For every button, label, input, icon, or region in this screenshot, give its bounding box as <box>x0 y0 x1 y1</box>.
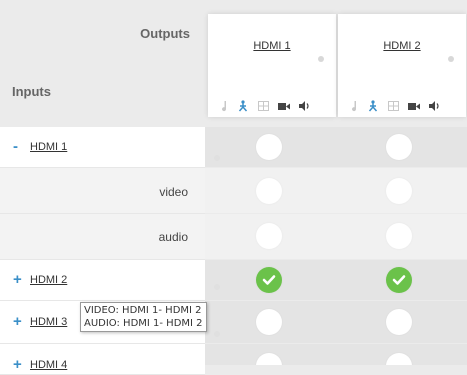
output-header-hdmi-2: HDMI 2 <box>338 14 466 117</box>
input-name-link[interactable]: HDMI 2 <box>30 274 67 286</box>
route-icon[interactable] <box>237 100 249 112</box>
status-dot <box>448 56 454 62</box>
input-row-hdmi-4[interactable]: + HDMI 4 <box>0 344 205 375</box>
grid-row-video <box>205 168 467 213</box>
input-name-link[interactable]: HDMI 1 <box>30 141 67 153</box>
route-icon[interactable] <box>367 100 379 112</box>
crosspoint-button[interactable] <box>256 309 282 335</box>
input-row-hdmi-2[interactable]: + HDMI 2 <box>0 260 205 301</box>
grid-row-hdmi-4 <box>205 344 467 365</box>
subrow-label: audio <box>158 230 188 244</box>
crosspoint-button[interactable] <box>256 353 282 365</box>
grid-row-audio <box>205 214 467 259</box>
check-icon <box>262 275 276 285</box>
crosspoint-button[interactable] <box>386 134 412 160</box>
input-row-hdmi-1[interactable]: - HDMI 1 <box>0 127 205 168</box>
input-subrow-audio: audio <box>0 214 205 260</box>
grid-row-hdmi-3 <box>205 301 467 343</box>
collapse-toggle[interactable]: - <box>13 138 18 155</box>
grid-icon[interactable] <box>258 101 269 111</box>
crosspoint-button-checked[interactable] <box>386 267 412 293</box>
audio-note-icon[interactable] <box>220 100 228 112</box>
crosspoint-button[interactable] <box>386 178 412 204</box>
status-dot <box>214 284 220 290</box>
audio-note-icon[interactable] <box>350 100 358 112</box>
grid-row-hdmi-1 <box>205 127 467 167</box>
crosspoint-button[interactable] <box>256 178 282 204</box>
input-subrow-video: video <box>0 168 205 214</box>
route-tooltip: VIDEO: HDMI 1- HDMI 2 AUDIO: HDMI 1- HDM… <box>80 302 207 332</box>
subrow-label: video <box>159 185 188 199</box>
output-header-hdmi-1: HDMI 1 <box>208 14 336 117</box>
speaker-icon[interactable] <box>299 101 311 111</box>
tooltip-line-audio: AUDIO: HDMI 1- HDMI 2 <box>84 318 203 329</box>
speaker-icon[interactable] <box>429 101 441 111</box>
output-controls <box>220 100 311 112</box>
input-name-link[interactable]: HDMI 4 <box>30 359 67 371</box>
output-name-link[interactable]: HDMI 2 <box>338 40 466 52</box>
grid-icon[interactable] <box>388 101 399 111</box>
tooltip-line-video: VIDEO: HDMI 1- HDMI 2 <box>84 305 202 316</box>
inputs-label: Inputs <box>12 84 51 99</box>
output-name-link[interactable]: HDMI 1 <box>208 40 336 52</box>
output-controls <box>350 100 441 112</box>
crosspoint-button[interactable] <box>256 223 282 249</box>
status-dot <box>214 331 220 337</box>
crosspoint-button[interactable] <box>386 223 412 249</box>
status-dot <box>318 56 324 62</box>
crosspoint-button[interactable] <box>256 134 282 160</box>
crosspoint-button[interactable] <box>386 353 412 365</box>
input-name-link[interactable]: HDMI 3 <box>30 316 67 328</box>
video-camera-icon[interactable] <box>278 102 290 111</box>
status-dot <box>214 155 220 161</box>
crosspoint-button[interactable] <box>386 309 412 335</box>
check-icon <box>392 275 406 285</box>
expand-toggle[interactable]: + <box>13 313 22 330</box>
video-camera-icon[interactable] <box>408 102 420 111</box>
outputs-label: Outputs <box>140 26 190 41</box>
matrix-corner <box>0 0 205 117</box>
grid-row-hdmi-2 <box>205 260 467 300</box>
expand-toggle[interactable]: + <box>13 271 22 288</box>
crosspoint-button-checked[interactable] <box>256 267 282 293</box>
